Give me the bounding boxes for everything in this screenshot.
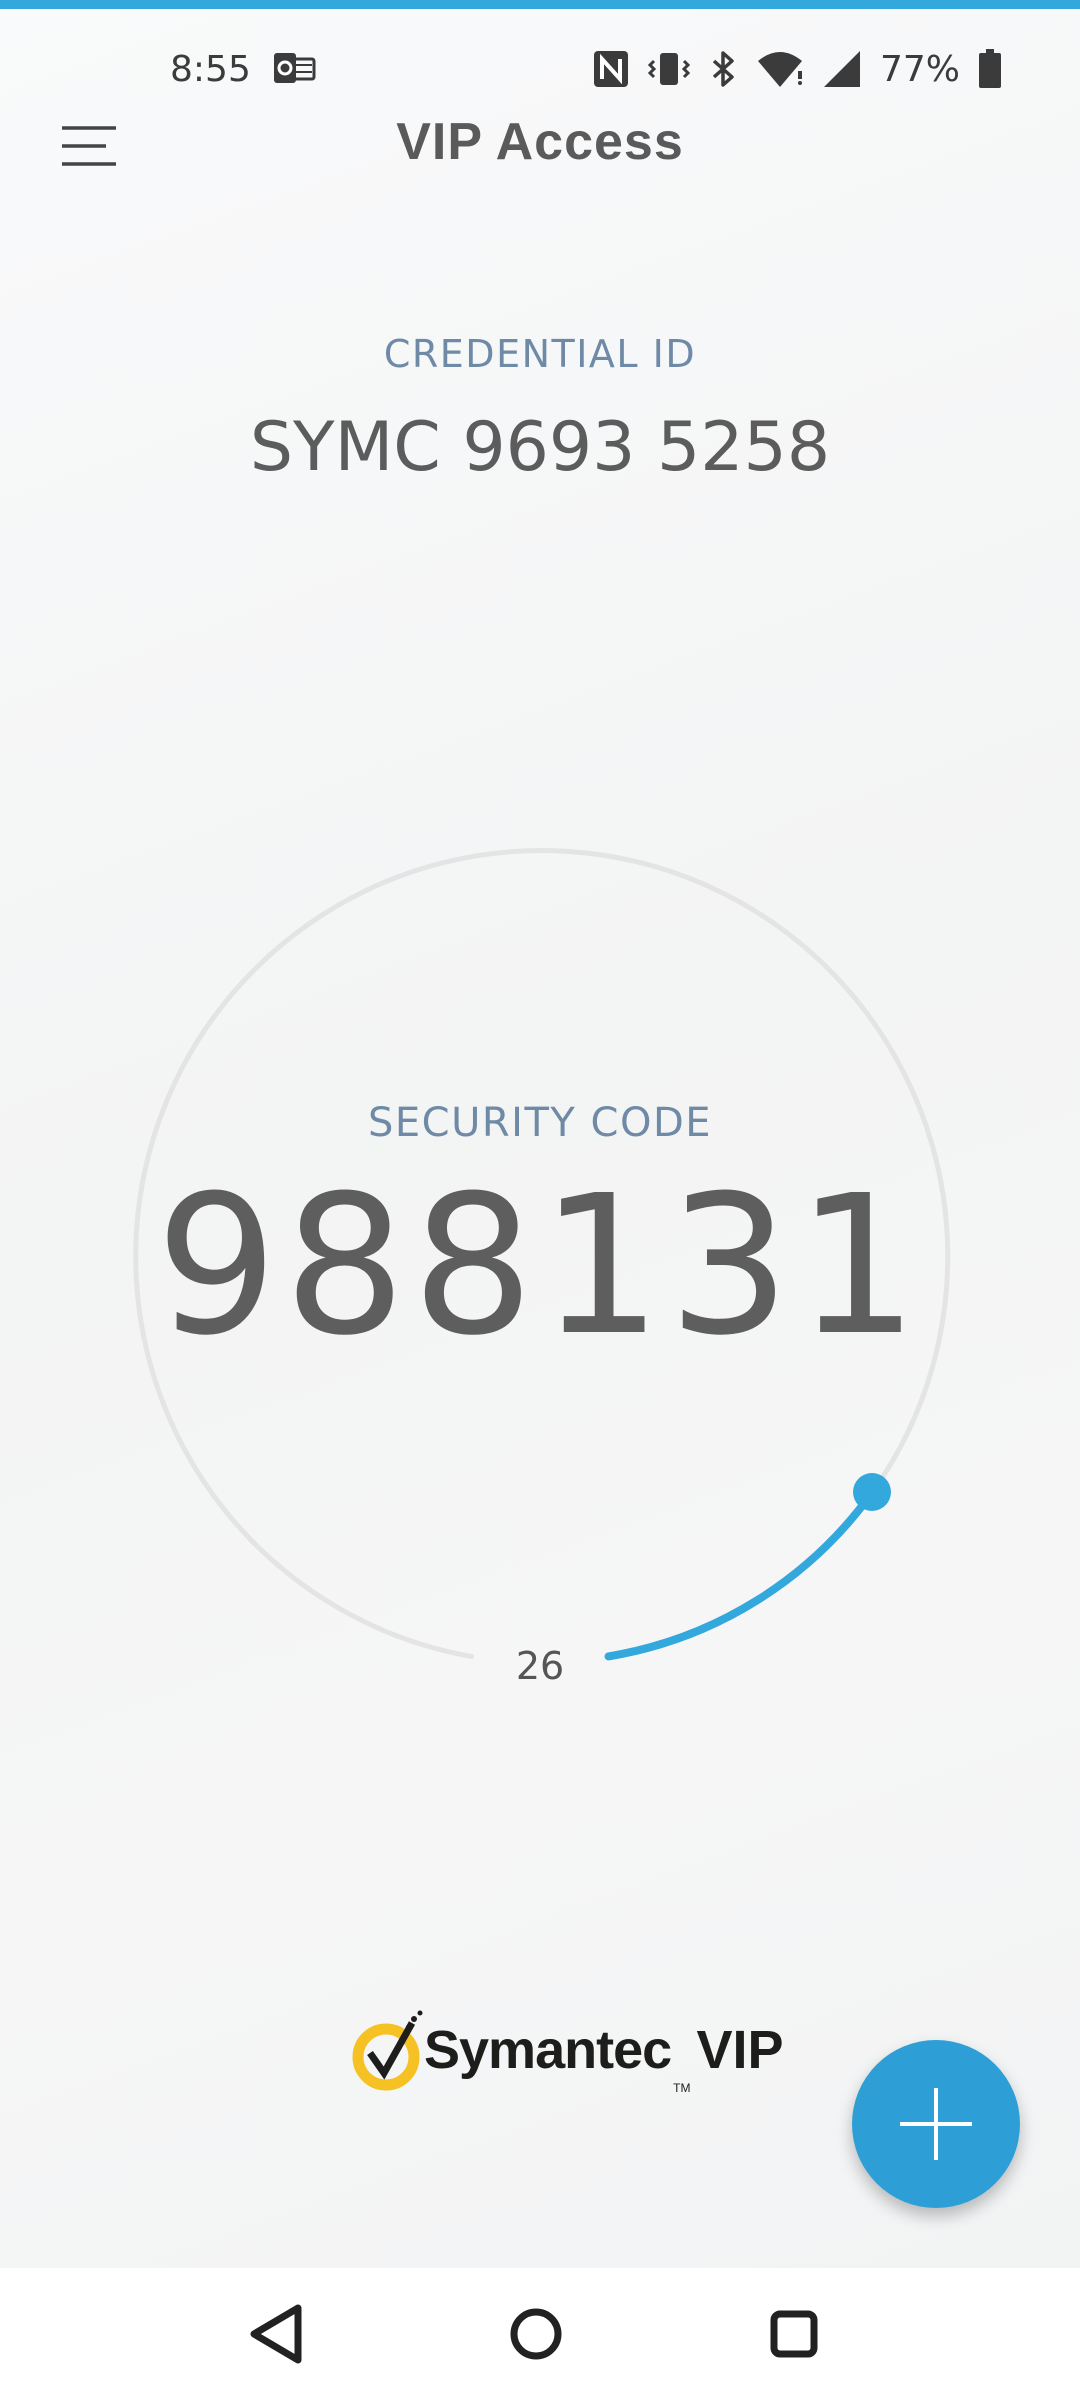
outlook-notification-icon <box>274 53 316 83</box>
add-credential-button[interactable] <box>852 2040 1020 2208</box>
recents-icon <box>770 2310 818 2358</box>
system-navigation-bar <box>0 2268 1080 2400</box>
timer-ring-handle <box>853 1473 891 1511</box>
logo-product: VIP <box>696 2020 784 2080</box>
credential-id-value: SYMC 9693 5258 <box>249 408 831 487</box>
app-title: VIP Access <box>396 113 684 171</box>
symantec-check-logo-icon <box>352 2010 423 2091</box>
plus-icon <box>900 2088 972 2160</box>
cellular-signal-icon <box>823 51 860 87</box>
wifi-icon <box>757 52 802 87</box>
logo-wordmark: Symantec <box>424 2020 672 2080</box>
status-icons: 77% <box>592 47 1002 91</box>
top-accent-strip <box>0 0 1080 9</box>
back-icon <box>250 2304 302 2364</box>
nfc-icon <box>593 51 628 87</box>
home-icon <box>510 2308 562 2360</box>
security-code-value[interactable]: 988131 <box>0 1162 1080 1372</box>
battery-percent: 77% <box>879 48 960 90</box>
battery-icon <box>979 49 1001 88</box>
timer-ring-progress <box>604 1488 876 1661</box>
back-button[interactable] <box>238 2298 318 2370</box>
security-code-label: SECURITY CODE <box>367 1100 713 1146</box>
recents-button[interactable] <box>754 2298 834 2370</box>
status-bar: 8:55 77% <box>0 9 1080 129</box>
home-button[interactable] <box>496 2298 576 2370</box>
bluetooth-icon <box>712 51 734 87</box>
vibrate-icon <box>647 53 690 85</box>
symantec-vip-logo: Symantec TM VIP <box>350 2005 784 2095</box>
seconds-remaining: 26 <box>515 1644 565 1688</box>
logo-trademark: TM <box>673 2081 691 2095</box>
status-time: 8:55 <box>170 49 251 90</box>
credential-id-label: CREDENTIAL ID <box>383 332 697 376</box>
